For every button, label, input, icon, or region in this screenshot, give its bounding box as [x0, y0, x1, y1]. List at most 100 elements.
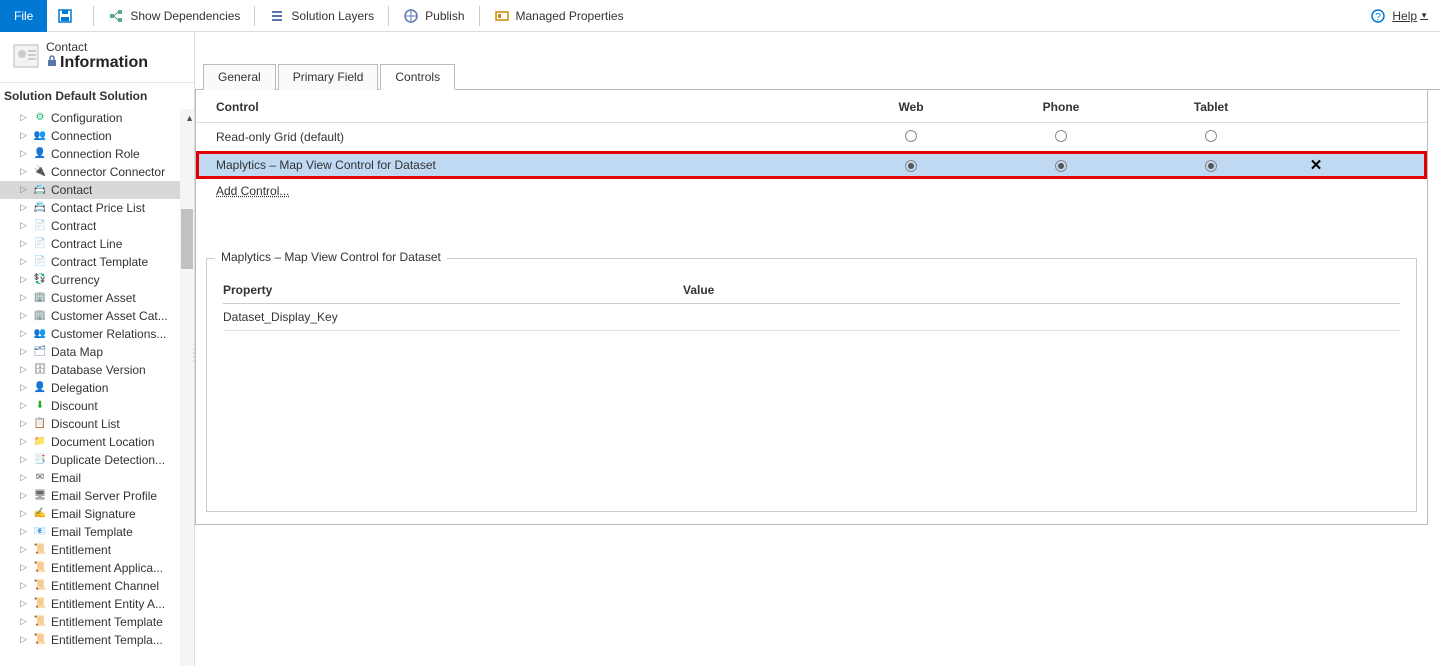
expand-arrow-icon[interactable]: ▷	[20, 364, 28, 375]
expand-arrow-icon[interactable]: ▷	[20, 436, 28, 447]
expand-arrow-icon[interactable]: ▷	[20, 292, 28, 303]
sidebar-item-entitlement-entity-a-[interactable]: ▷📜Entitlement Entity A...	[0, 595, 180, 613]
entity-icon: 👤	[32, 147, 48, 161]
sidebar-item-database-version[interactable]: ▷🗄Database Version	[0, 361, 180, 379]
save-button[interactable]	[47, 0, 89, 32]
solution-layers-button[interactable]: Solution Layers	[259, 0, 384, 32]
radio-button[interactable]	[905, 130, 917, 142]
sidebar-item-currency[interactable]: ▷ 💱Currency	[0, 271, 180, 289]
help-icon: ?	[1370, 8, 1386, 24]
expand-arrow-icon[interactable]: ▷	[20, 256, 28, 267]
sidebar-item-discount[interactable]: ▷⬇Discount	[0, 397, 180, 415]
expand-arrow-icon[interactable]: ▷	[20, 634, 28, 645]
sidebar-item-label: Currency	[51, 273, 100, 287]
expand-arrow-icon[interactable]: ▷	[20, 580, 28, 591]
expand-arrow-icon[interactable]: ▷	[20, 166, 28, 177]
sidebar-item-entitlement[interactable]: ▷📜Entitlement	[0, 541, 180, 559]
expand-arrow-icon[interactable]: ▷	[20, 418, 28, 429]
expand-arrow-icon[interactable]: ▷	[20, 346, 28, 357]
publish-button[interactable]: Publish	[393, 0, 474, 32]
radio-button[interactable]	[1205, 160, 1217, 172]
resizer-handle[interactable]: ⋮⋮	[189, 352, 195, 360]
expand-arrow-icon[interactable]: ▷	[20, 508, 28, 519]
expand-arrow-icon[interactable]: ▷	[20, 220, 28, 231]
delete-icon[interactable]: ✕	[1310, 157, 1323, 174]
control-row[interactable]: Read-only Grid (default)	[196, 123, 1427, 151]
sidebar-item-connection[interactable]: ▷👥Connection	[0, 127, 180, 145]
expand-arrow-icon[interactable]: ▷	[20, 598, 28, 609]
sidebar-item-contact-price-list[interactable]: ▷📇Contact Price List	[0, 199, 180, 217]
expand-arrow-icon[interactable]: ▷	[20, 274, 28, 285]
expand-arrow-icon[interactable]: ▷	[20, 454, 28, 465]
sidebar: Contact Information Solution Default Sol…	[0, 32, 195, 666]
expand-arrow-icon[interactable]: ▷	[20, 130, 28, 141]
sidebar-item-data-map[interactable]: ▷🗂Data Map	[0, 343, 180, 361]
sidebar-item-connector-connector[interactable]: ▷🔌Connector Connector	[0, 163, 180, 181]
expand-arrow-icon[interactable]: ▷	[20, 490, 28, 501]
sidebar-item-contract-template[interactable]: ▷ 📄Contract Template	[0, 253, 180, 271]
sidebar-item-label: Configuration	[51, 111, 122, 125]
sidebar-item-configuration[interactable]: ▷ ⚙Configuration	[0, 109, 180, 127]
sidebar-item-email[interactable]: ▷✉Email	[0, 469, 180, 487]
expand-arrow-icon[interactable]: ▷	[20, 544, 28, 555]
sidebar-item-delegation[interactable]: ▷👤Delegation	[0, 379, 180, 397]
tab-controls[interactable]: Controls	[380, 64, 455, 90]
sidebar-item-entitlement-templa-[interactable]: ▷📜Entitlement Templa...	[0, 631, 180, 649]
sidebar-item-label: Customer Asset	[51, 291, 136, 305]
sidebar-item-email-signature[interactable]: ▷✍Email Signature	[0, 505, 180, 523]
sidebar-item-customer-asset-cat-[interactable]: ▷🏢Customer Asset Cat...	[0, 307, 180, 325]
tab-primary-field[interactable]: Primary Field	[278, 64, 379, 90]
column-value: Value	[683, 283, 1400, 297]
show-dependencies-button[interactable]: Show Dependencies	[98, 0, 250, 32]
expand-arrow-icon[interactable]: ▷	[20, 112, 28, 123]
expand-arrow-icon[interactable]: ▷	[20, 562, 28, 573]
radio-button[interactable]	[1205, 130, 1217, 142]
expand-arrow-icon[interactable]: ▷	[20, 148, 28, 159]
sidebar-item-email-server-profile[interactable]: ▷🖥Email Server Profile	[0, 487, 180, 505]
expand-arrow-icon[interactable]: ▷	[20, 472, 28, 483]
sidebar-item-document-location[interactable]: ▷📁Document Location	[0, 433, 180, 451]
managed-properties-button[interactable]: Managed Properties	[484, 0, 634, 32]
add-control-link[interactable]: Add Control...	[216, 184, 289, 198]
sidebar-item-entitlement-channel[interactable]: ▷📜Entitlement Channel	[0, 577, 180, 595]
expand-arrow-icon[interactable]: ▷	[20, 238, 28, 249]
scrollbar-track[interactable]	[180, 109, 194, 666]
sidebar-item-contract-line[interactable]: ▷📄Contract Line	[0, 235, 180, 253]
expand-arrow-icon[interactable]: ▷	[20, 310, 28, 321]
expand-arrow-icon[interactable]: ▷	[20, 328, 28, 339]
help-button[interactable]: ? Help ▼	[1358, 8, 1440, 24]
column-phone: Phone	[986, 100, 1136, 114]
sidebar-item-label: Duplicate Detection...	[51, 453, 165, 467]
entity-icon: ⚙	[32, 111, 48, 125]
sidebar-item-discount-list[interactable]: ▷📋Discount List	[0, 415, 180, 433]
expand-arrow-icon[interactable]: ▷	[20, 400, 28, 411]
file-button[interactable]: File	[0, 0, 47, 32]
entity-icon: 💱	[32, 273, 48, 287]
sidebar-item-entitlement-applica-[interactable]: ▷📜Entitlement Applica...	[0, 559, 180, 577]
sidebar-item-contract[interactable]: ▷📄Contract	[0, 217, 180, 235]
expand-arrow-icon[interactable]: ▷	[20, 382, 28, 393]
expand-arrow-icon[interactable]: ▷	[20, 202, 28, 213]
sidebar-item-customer-asset[interactable]: ▷🏢Customer Asset	[0, 289, 180, 307]
sidebar-item-label: Contract Template	[51, 255, 148, 269]
sidebar-item-label: Connection Role	[51, 147, 140, 161]
sidebar-item-entitlement-template[interactable]: ▷📜Entitlement Template	[0, 613, 180, 631]
expand-arrow-icon[interactable]: ▷	[20, 526, 28, 537]
expand-arrow-icon[interactable]: ▷	[20, 616, 28, 627]
expand-arrow-icon[interactable]: ▷	[20, 184, 28, 195]
control-row[interactable]: Maplytics – Map View Control for Dataset…	[196, 151, 1427, 179]
radio-button[interactable]	[905, 160, 917, 172]
scrollbar-thumb[interactable]	[181, 209, 193, 269]
tab-general[interactable]: General	[203, 64, 276, 90]
entity-icon: 📄	[32, 255, 48, 269]
radio-button[interactable]	[1055, 130, 1067, 142]
sidebar-item-contact[interactable]: ▷📇Contact	[0, 181, 180, 199]
sidebar-item-duplicate-detection-[interactable]: ▷📑Duplicate Detection...	[0, 451, 180, 469]
radio-button[interactable]	[1055, 160, 1067, 172]
sidebar-item-customer-relations-[interactable]: ▷👥Customer Relations...	[0, 325, 180, 343]
entity-icon: 🖥	[32, 489, 48, 503]
property-row[interactable]: Dataset_Display_Key	[223, 304, 1400, 331]
collapse-arrow-icon[interactable]: ▲	[185, 113, 194, 123]
sidebar-item-email-template[interactable]: ▷📧Email Template	[0, 523, 180, 541]
sidebar-item-connection-role[interactable]: ▷ 👤Connection Role	[0, 145, 180, 163]
